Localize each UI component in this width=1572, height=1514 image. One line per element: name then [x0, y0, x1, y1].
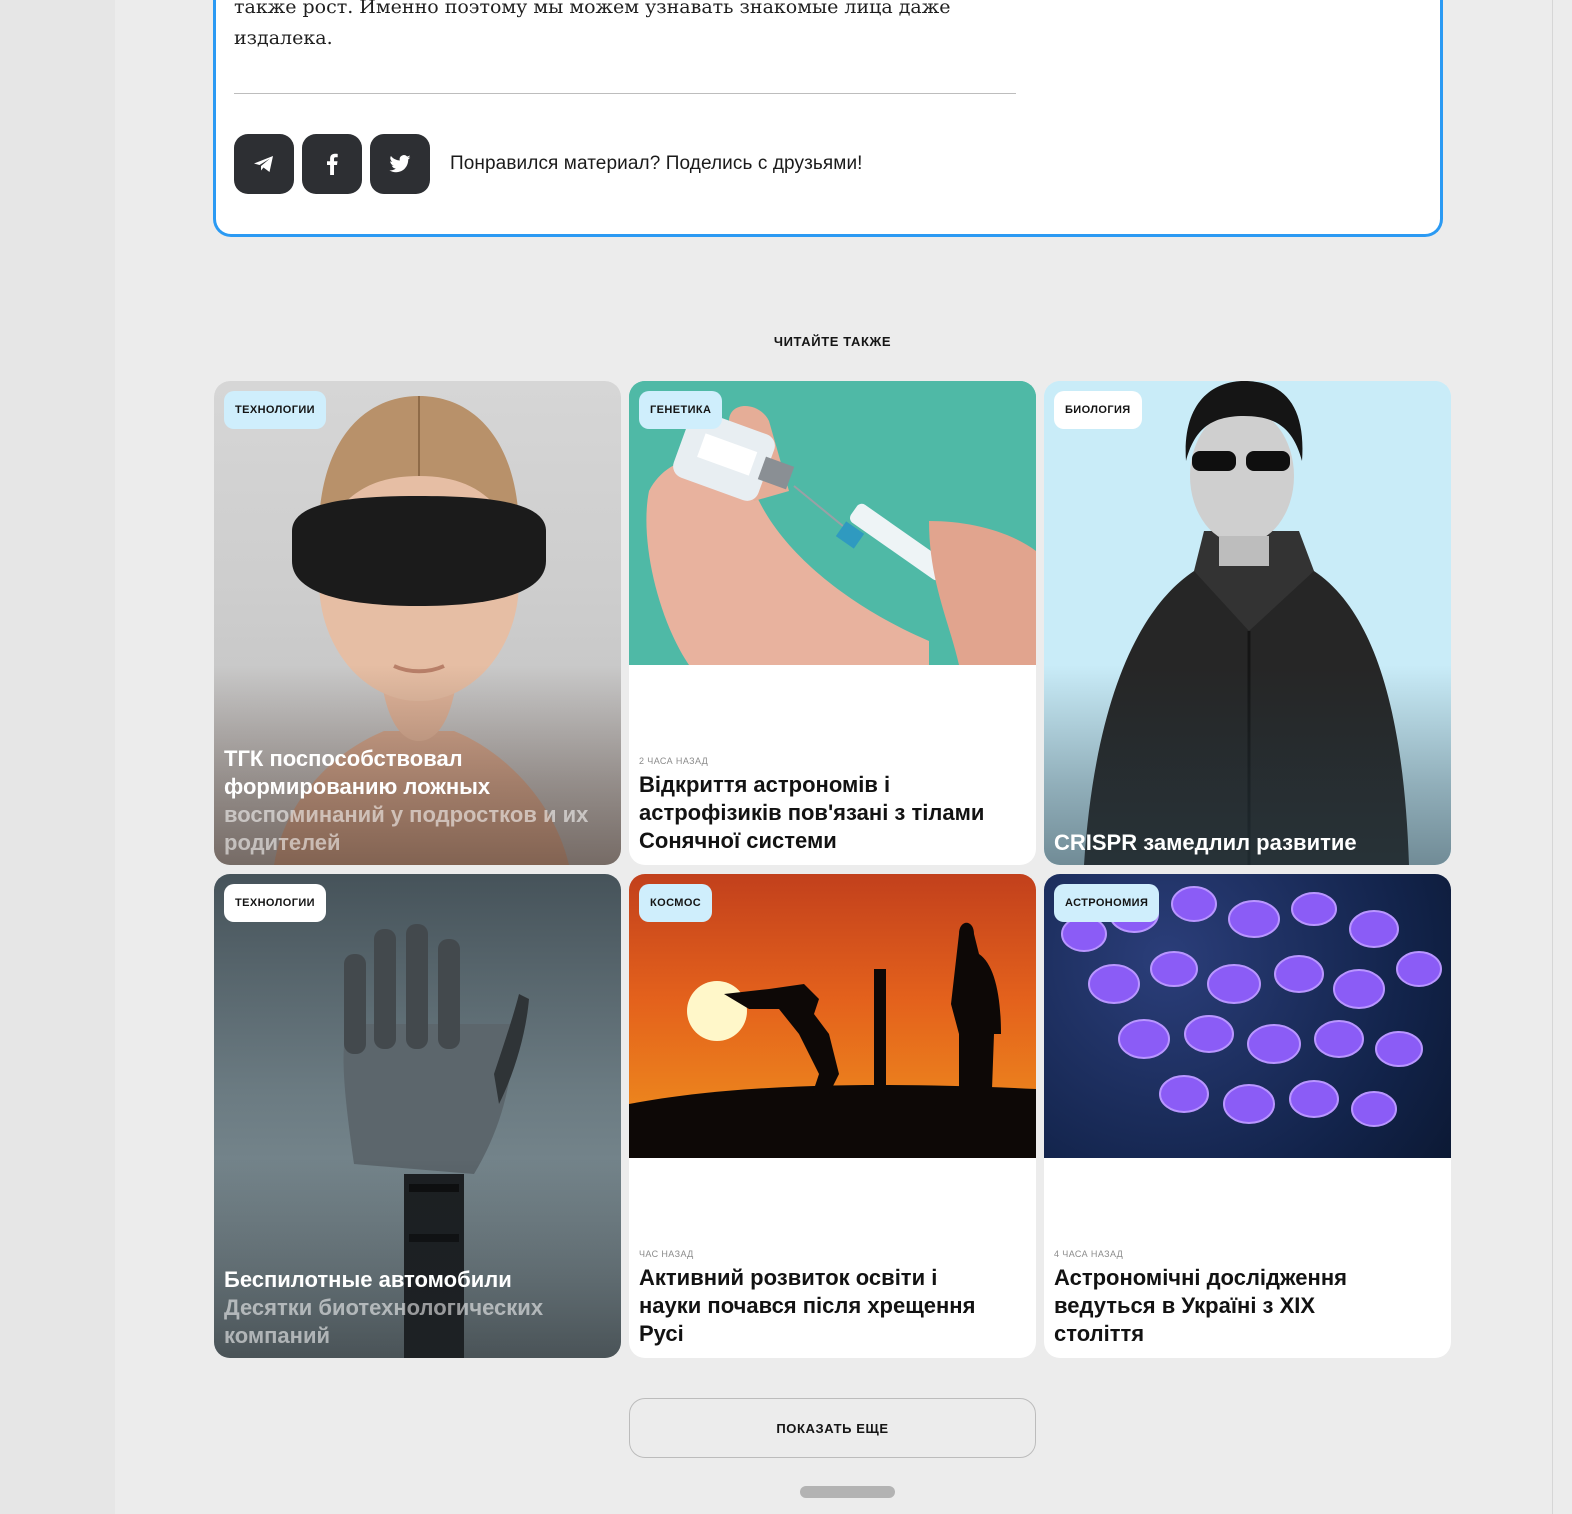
card-tag[interactable]: КОСМОС [639, 884, 713, 922]
related-card[interactable]: КОСМОС ЧАС НАЗАД Активний розвиток освіт… [629, 874, 1036, 1358]
telegram-icon [254, 156, 273, 172]
card-title-secondary: Десятки биотехнологических компаний [224, 1295, 544, 1348]
scrollbar-track[interactable] [1552, 0, 1572, 1514]
card-title: CRISPR замедлил развитие [1054, 829, 1421, 857]
divider [234, 93, 1016, 94]
card-title: ТГК поспособствовал формированию ложных … [224, 745, 591, 857]
card-time: 2 ЧАСА НАЗАД [639, 756, 709, 766]
card-time: ЧАС НАЗАД [639, 1249, 694, 1259]
card-tag[interactable]: ТЕХНОЛОГИИ [224, 884, 326, 922]
related-card[interactable]: ТЕХНОЛОГИИ ТГК поспособствовал формирова… [214, 381, 621, 865]
section-title: ЧИТАЙТЕ ТАКЖЕ [773, 334, 892, 349]
card-title-main: CRISPR замедлил развитие [1054, 830, 1357, 855]
card-title: Відкриття астрономів і астрофізиків пов'… [639, 772, 985, 853]
card-title: Астрономічні дослідження ведуться в Укра… [1054, 1265, 1347, 1346]
article-line: издалека. [234, 27, 333, 49]
card-title-main: Беспилотные автомобили [224, 1267, 512, 1292]
facebook-icon [327, 153, 338, 175]
card-title-secondary: воспоминаний у подростков и их родителей [224, 802, 589, 855]
card-tag[interactable]: АСТРОНОМИЯ [1054, 884, 1160, 922]
article-line: также рост. Именно поэтому мы можем узна… [234, 0, 951, 18]
share-twitter-button[interactable] [370, 134, 430, 194]
share-telegram-button[interactable] [234, 134, 294, 194]
related-card[interactable]: БИОЛОГИЯ CRISPR замедлил развитие [1044, 381, 1451, 865]
scroll-handle[interactable] [800, 1486, 895, 1498]
related-card[interactable]: АСТРОНОМИЯ 4 ЧАСА НАЗАД Астрономічні дос… [1044, 874, 1451, 1358]
share-prompt: Понравился материал? Поделись с друзьями… [450, 153, 863, 174]
card-title-main: ТГК поспособствовал формированию ложных [224, 746, 491, 799]
card-title: Активний розвиток освіти і науки почався… [639, 1265, 976, 1346]
card-tag[interactable]: ТЕХНОЛОГИИ [224, 391, 326, 429]
show-more-button[interactable]: ПОКАЗАТЬ ЕЩЕ [629, 1398, 1036, 1458]
card-tag[interactable]: БИОЛОГИЯ [1054, 391, 1142, 429]
related-card[interactable]: ТЕХНОЛОГИИ Беспилотные автомобили Десятк… [214, 874, 621, 1358]
article-body: также рост. Именно поэтому мы можем узна… [234, 0, 994, 54]
card-tag[interactable]: ГЕНЕТИКА [639, 391, 723, 429]
card-time: 4 ЧАСА НАЗАД [1054, 1249, 1124, 1259]
related-card[interactable]: ГЕНЕТИКА 2 ЧАСА НАЗАД Відкриття астроном… [629, 381, 1036, 865]
twitter-icon [389, 155, 411, 173]
card-title: Беспилотные автомобили Десятки биотехнол… [224, 1266, 591, 1350]
share-facebook-button[interactable] [302, 134, 362, 194]
